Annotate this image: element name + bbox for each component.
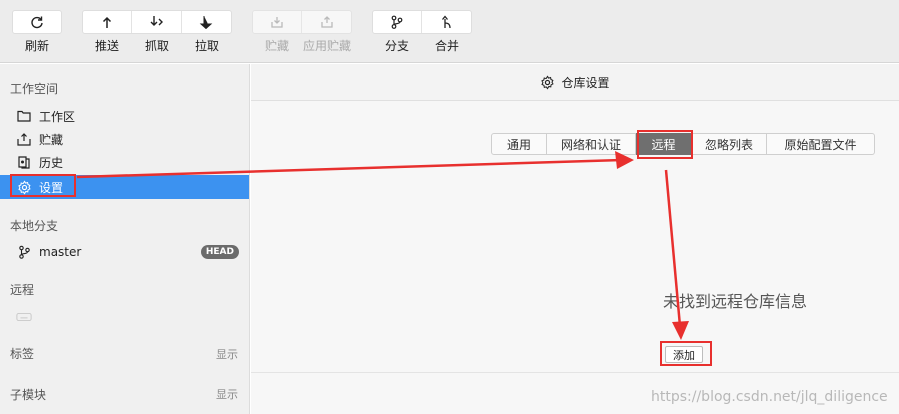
sidebar-item-label: 历史	[39, 155, 64, 170]
toolbar: 刷新 推送 抓取 拉取 贮藏 应用贮藏 分支 合并	[0, 0, 899, 63]
main-panel: 仓库设置 通用 网络和认证 远程 忽略列表 原始配置文件 未找到远程仓库信息 添…	[251, 64, 899, 414]
page-title: 仓库设置	[561, 75, 610, 90]
submodules-title: 子模块	[10, 388, 47, 402]
local-branches-title: 本地分支	[10, 219, 59, 233]
stash-icon	[16, 131, 32, 147]
pull-label: 拉取	[194, 39, 220, 53]
refresh-label: 刷新	[24, 39, 50, 53]
fetch-label: 抓取	[144, 39, 170, 53]
apply-stash-icon	[320, 16, 333, 28]
sidebar: 工作空间 工作区 贮藏 历史 设置 本地分支 master HEAD 远程 标签…	[0, 64, 250, 414]
sidebar-item-remote-placeholder	[0, 305, 249, 329]
head-badge: HEAD	[200, 245, 239, 259]
merge-button[interactable]	[422, 11, 471, 33]
branch-name: master	[39, 245, 82, 259]
branch-label: 分支	[384, 39, 410, 53]
stash-button-group	[252, 10, 352, 34]
empty-state-message: 未找到远程仓库信息	[662, 292, 807, 311]
merge-icon	[441, 15, 451, 29]
watermark: https://blog.csdn.net/jlq_diligence	[651, 389, 888, 405]
branch-button[interactable]	[373, 11, 423, 33]
push-button[interactable]	[83, 11, 133, 33]
tab-network-auth[interactable]: 网络和认证	[547, 133, 636, 155]
tags-title: 标签	[10, 347, 35, 361]
branch-icon	[16, 244, 32, 260]
tab-general[interactable]: 通用	[491, 133, 547, 155]
cloud-icon	[16, 309, 32, 325]
sidebar-item-workspace[interactable]: 工作区	[0, 104, 249, 128]
highlight-add-button	[660, 341, 712, 366]
sidebar-item-branch-master[interactable]: master HEAD	[0, 240, 249, 264]
fetch-icon	[150, 16, 163, 26]
gear-icon	[541, 74, 555, 90]
push-label: 推送	[94, 39, 120, 53]
stash-icon	[271, 17, 283, 28]
merge-label: 合并	[434, 39, 460, 53]
divider	[251, 372, 899, 373]
pull-button[interactable]	[182, 11, 231, 33]
folder-icon	[16, 108, 32, 124]
branch-icon	[391, 15, 403, 29]
stash-button[interactable]	[253, 11, 303, 33]
history-icon	[16, 154, 32, 170]
tab-ignore-list[interactable]: 忽略列表	[692, 133, 767, 155]
workspace-section-title: 工作空间	[10, 82, 59, 96]
branch-button-group	[372, 10, 472, 34]
sidebar-item-stash[interactable]: 贮藏	[0, 127, 249, 151]
fetch-button[interactable]	[132, 11, 182, 33]
tab-raw-config[interactable]: 原始配置文件	[767, 133, 875, 155]
stash-label: 贮藏	[264, 39, 290, 53]
apply-stash-button[interactable]	[302, 11, 351, 33]
tags-toggle[interactable]: 显示	[216, 346, 238, 362]
push-icon	[103, 16, 112, 28]
refresh-button-group	[12, 10, 62, 34]
main-header: 仓库设置	[251, 64, 899, 101]
apply-stash-label: 应用贮藏	[302, 39, 352, 53]
sidebar-item-label: 工作区	[39, 109, 76, 124]
highlight-remotes-tab	[637, 130, 693, 159]
highlight-settings	[10, 174, 76, 197]
sidebar-item-history[interactable]: 历史	[0, 150, 249, 174]
pull-icon	[200, 16, 213, 29]
refresh-button[interactable]	[13, 11, 61, 33]
submodules-toggle[interactable]: 显示	[216, 386, 238, 402]
refresh-icon	[31, 16, 43, 29]
sidebar-item-label: 贮藏	[39, 132, 64, 147]
sync-button-group	[82, 10, 232, 34]
remotes-title: 远程	[10, 283, 35, 297]
